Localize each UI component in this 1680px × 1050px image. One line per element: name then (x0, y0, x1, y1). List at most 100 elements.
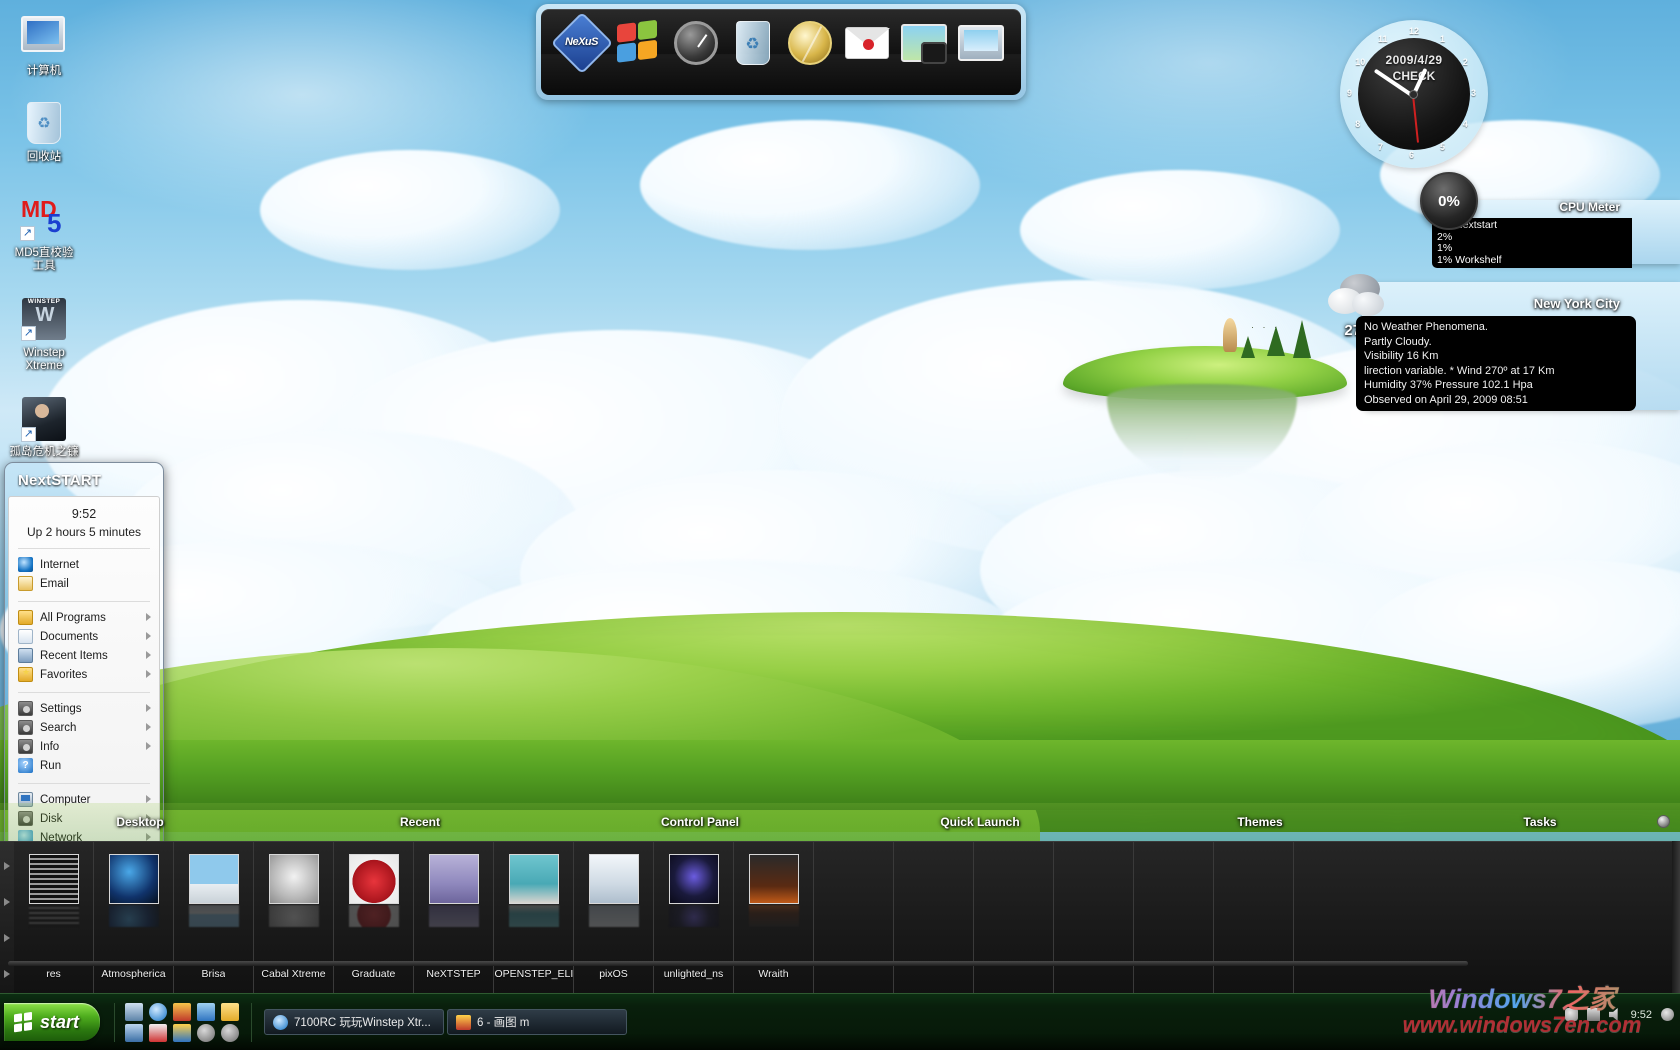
dock-item-display[interactable] (955, 19, 1007, 95)
system-tray[interactable]: 9:52 (1564, 1008, 1674, 1021)
workshelf-item[interactable]: OPENSTEP_ELI (494, 842, 574, 994)
show-desktop-icon[interactable] (197, 1002, 215, 1021)
workshelf-empty-slot[interactable] (1054, 842, 1134, 994)
workshelf-tab-desktop[interactable]: Desktop (0, 815, 280, 829)
menu-item-all-programs[interactable]: All Programs (9, 609, 159, 626)
workshelf-item[interactable]: Graduate (334, 842, 414, 994)
workshelf-drag-handle[interactable] (1672, 841, 1680, 993)
dock-item-network[interactable] (784, 19, 836, 95)
dock-item-recycle-bin[interactable] (727, 19, 779, 95)
menu-item-label: Documents (40, 630, 99, 643)
recent-items-icon (18, 648, 33, 663)
menu-separator (18, 601, 150, 602)
internet-explorer-icon[interactable] (149, 1002, 167, 1021)
theme-thumbnail-reflection (348, 905, 399, 927)
workshelf-item[interactable]: Atmospherica (94, 842, 174, 994)
workshelf-knob[interactable] (1657, 815, 1670, 828)
nexus-dock[interactable]: NeXuS (536, 4, 1026, 100)
dock-item-mail[interactable] (841, 19, 893, 95)
menu-item-documents[interactable]: Documents (9, 628, 159, 645)
apps-icon[interactable] (173, 1023, 191, 1042)
start-button[interactable]: start (4, 1003, 100, 1041)
cpu-process-row: 1% Workshelf (1437, 253, 1502, 266)
winstep-icon: WINSTEP W ↗ (21, 298, 67, 344)
workshelf-tab-tasks[interactable]: Tasks (1400, 815, 1680, 829)
workshelf-scroll-left[interactable] (0, 842, 14, 994)
menu-item-recent-items[interactable]: Recent Items (9, 647, 159, 664)
workshelf-empty-slot[interactable] (1214, 842, 1294, 994)
submenu-arrow-icon (146, 795, 151, 803)
cloud (260, 150, 560, 270)
start-button-label: start (40, 1011, 80, 1032)
weather-detail-line: Humidity 37% Pressure 102.1 Hpa (1364, 379, 1533, 391)
qq-penguin-icon[interactable] (173, 1002, 191, 1021)
help-alt-icon[interactable] (221, 1023, 239, 1042)
taskbar-window-button[interactable]: 7100RC 玩玩Winstep Xtr... (264, 1009, 444, 1035)
workshelf-item[interactable]: unlighted_ns (654, 842, 734, 994)
weather-detail-line: Partly Cloudy. (1364, 335, 1432, 348)
workshelf-item[interactable]: Cabal Xtreme (254, 842, 334, 994)
desktop-icon-label: 孤岛危机之镰 (9, 446, 79, 458)
weather-widget[interactable]: New York City 27º C No Weather Phenomena… (1320, 274, 1680, 418)
clock-number: 8 (1355, 119, 1361, 129)
dock-item-clock[interactable] (670, 19, 722, 95)
tray-overflow-icon[interactable] (1661, 1008, 1674, 1021)
camera-photo-icon (900, 24, 948, 72)
workshelf-item-label: unlighted_ns (663, 968, 724, 980)
menu-item-favorites[interactable]: Favorites (9, 666, 159, 683)
theme-thumbnail (268, 854, 319, 904)
cpu-meter-widget[interactable]: CPU Meter 9% Nextstart 2% 1% 1% Workshelf 0… (1420, 172, 1680, 268)
desktop-icon-md5-tool[interactable]: MD 5 ↗ MD5直校验 工具 (0, 196, 88, 273)
tray-network-icon[interactable] (1586, 1008, 1600, 1021)
workshelf-item[interactable]: Brisa (174, 842, 254, 994)
nextstart-menu-title: NextSTART (18, 472, 102, 489)
menu-item-run[interactable]: ? Run (9, 757, 159, 774)
menu-item-settings[interactable]: Settings (9, 700, 159, 717)
taskbar-window-list[interactable]: 7100RC 玩玩Winstep Xtr... 6 - 画图 m (264, 1009, 627, 1035)
theme-thumbnail (348, 854, 399, 904)
workshelf-tab-themes[interactable]: Themes (1120, 815, 1400, 829)
menu-item-search[interactable]: Search (9, 719, 159, 736)
switch-window-icon[interactable] (125, 1023, 143, 1042)
thunder-icon[interactable] (149, 1023, 167, 1042)
desktop-icon-computer[interactable]: 计算机 (0, 12, 88, 78)
theme-thumbnail-reflection (188, 905, 239, 927)
workshelf-empty-slot[interactable] (1134, 842, 1214, 994)
menu-separator (18, 692, 150, 693)
workshelf-tab-recent[interactable]: Recent (280, 815, 560, 829)
menu-item-info[interactable]: Info (9, 738, 159, 755)
folder-icon[interactable] (221, 1002, 239, 1021)
taskbar-window-button[interactable]: 6 - 画图 m (447, 1009, 627, 1035)
workshelf-item[interactable]: res (14, 842, 94, 994)
desktop-icon-label: MD5直校验 工具 (14, 247, 74, 272)
workshelf-tab-quick-launch[interactable]: Quick Launch (840, 815, 1120, 829)
dock-item-windows[interactable] (613, 19, 665, 95)
workshelf-item[interactable]: Wraith (734, 842, 814, 994)
workshelf-item[interactable]: pixOS (574, 842, 654, 994)
tray-volume-icon[interactable] (1608, 1008, 1618, 1021)
dock-item-photos[interactable] (898, 19, 950, 95)
workshelf-item[interactable]: NeXTSTEP (414, 842, 494, 994)
desktop-icon-game[interactable]: ↗ 孤岛危机之镰 (0, 396, 88, 459)
workshelf-tab-control-panel[interactable]: Control Panel (560, 815, 840, 829)
quick-launch-bar[interactable] (114, 1002, 252, 1042)
documents-icon (18, 629, 33, 644)
clock-widget[interactable]: 12 1 2 3 4 5 6 7 8 9 10 11 2009/4/29 CHECK (1340, 20, 1488, 168)
theme-thumbnail-reflection (748, 905, 799, 927)
tray-clock[interactable]: 9:52 (1631, 1009, 1652, 1021)
workshelf-empty-slot[interactable] (814, 842, 894, 994)
clock-label: CHECK (1392, 69, 1436, 83)
desktop-icon-winstep-xtreme[interactable]: WINSTEP W ↗ Winstep Xtreme (0, 296, 88, 373)
monitor-icon[interactable] (125, 1002, 143, 1021)
workshelf-tabs[interactable]: Desktop Recent Control Panel Quick Launch Th… (0, 803, 1680, 841)
dock-item-nexus[interactable]: NeXuS (550, 11, 613, 95)
workshelf-rail[interactable] (8, 961, 1468, 966)
tray-shield-icon[interactable] (1564, 1008, 1578, 1021)
workshelf-empty-slot[interactable] (894, 842, 974, 994)
workshelf-empty-slot[interactable] (974, 842, 1054, 994)
help-icon[interactable] (197, 1023, 215, 1042)
menu-item-email[interactable]: Email (9, 575, 159, 592)
desktop-icon-recycle-bin[interactable]: 回收站 (0, 100, 88, 164)
menu-item-internet[interactable]: Internet (9, 556, 159, 573)
folder-icon (18, 610, 33, 625)
